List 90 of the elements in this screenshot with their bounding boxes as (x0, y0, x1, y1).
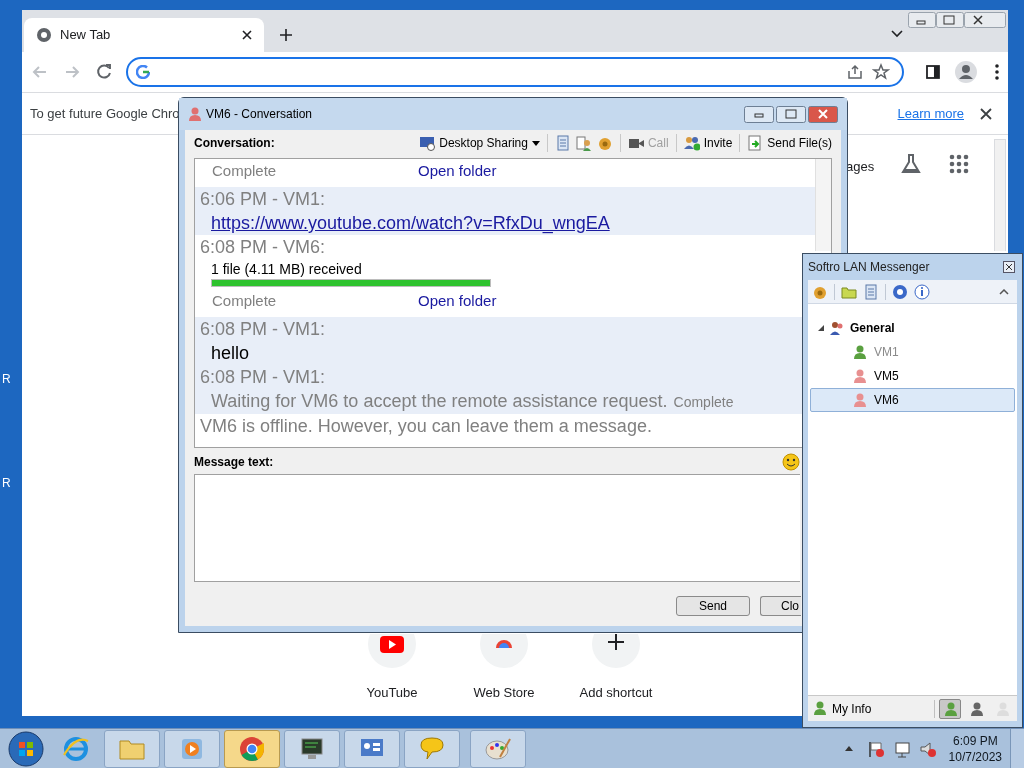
side-panel-icon[interactable] (924, 63, 943, 81)
conversation-label: Conversation: (194, 135, 275, 152)
shortcut-label[interactable]: Web Store (473, 683, 535, 703)
desktop-sharing-button[interactable]: Desktop Sharing (419, 134, 540, 152)
send-files-button[interactable]: Send File(s) (747, 134, 832, 152)
send-file-icon (747, 135, 764, 151)
desktop-icon-label: R (2, 475, 11, 492)
maximize-icon[interactable] (776, 105, 806, 123)
new-tab-icon[interactable] (279, 28, 293, 42)
group-name[interactable]: General (850, 319, 895, 337)
flask-icon[interactable] (900, 153, 922, 175)
person-icon (187, 106, 201, 122)
shortcut-tile[interactable] (480, 634, 528, 668)
message-header: 6:08 PM - VM1: (200, 318, 327, 341)
open-folder-link[interactable]: Open folder (418, 159, 497, 183)
internet-explorer-icon (62, 734, 90, 763)
offline-notice: VM6 is offline. However, you can leave them a message. (200, 415, 653, 438)
scrollbar[interactable] (994, 139, 1006, 251)
images-link[interactable]: ages (846, 157, 875, 177)
tab-title: New Tab (60, 26, 112, 45)
transfer-status: Complete (212, 290, 278, 311)
message-header: 6:08 PM - VM1: (200, 366, 327, 389)
contact-name: VM5 (874, 368, 899, 385)
contact-name: VM1 (874, 344, 899, 361)
smiley-icon[interactable] (782, 453, 800, 471)
clock-date: 10/7/2023 (948, 748, 1002, 765)
start-button[interactable] (8, 730, 44, 767)
minimize-icon[interactable] (744, 105, 774, 123)
desktop-icon-label: R (2, 371, 11, 388)
star-icon[interactable] (872, 63, 891, 81)
close-icon[interactable] (1003, 261, 1015, 273)
person-icon (943, 700, 957, 717)
show-hidden-icons[interactable] (844, 746, 853, 751)
shortcut-label[interactable]: Add shortcut (579, 683, 653, 703)
transfer-status: Complete (212, 160, 278, 181)
transfer-status: Complete (673, 393, 734, 412)
message-link[interactable]: https://www.youtube.com/watch?v=RfxDu_wngEA (211, 211, 810, 235)
taskbar-button[interactable] (344, 729, 400, 768)
open-folder-link[interactable]: Open folder (418, 289, 497, 313)
user-info-icon[interactable] (575, 135, 592, 151)
message-label: Message text: (194, 454, 274, 471)
people-add-icon (683, 135, 700, 151)
monitor-icon (419, 135, 436, 151)
learn-more-link[interactable]: Learn more (897, 103, 964, 124)
apps-grid-icon[interactable] (949, 154, 969, 174)
person-icon (812, 699, 828, 718)
share-icon[interactable] (846, 63, 865, 81)
shortcut-label[interactable]: YouTube (366, 683, 418, 703)
action-center-icon[interactable] (866, 739, 885, 758)
clock-time: 6:09 PM (952, 732, 998, 749)
clock[interactable]: 6:09 PM 10/7/2023 (948, 732, 1002, 765)
taskbar-button[interactable] (284, 729, 340, 768)
browser-tab[interactable]: New Tab (24, 18, 264, 52)
close-icon[interactable] (964, 12, 1006, 28)
send-button[interactable]: Send (676, 596, 750, 616)
contact-name: VM6 (874, 392, 899, 409)
close-button[interactable]: Clo (760, 596, 801, 616)
invite-button[interactable]: Invite (683, 134, 733, 152)
message-text: Waiting for VM6 to accept the remote assistance request. (211, 390, 668, 413)
expand-caret-icon[interactable] (818, 325, 824, 331)
message-header: 6:06 PM - VM1: (200, 188, 327, 211)
volume-muted-icon[interactable] (918, 739, 937, 758)
status-button[interactable] (939, 698, 961, 719)
contact-item[interactable]: VM5 (810, 364, 1015, 388)
network-icon[interactable] (892, 739, 911, 758)
close-icon[interactable] (980, 107, 992, 120)
contact-item[interactable]: VM1 (810, 340, 1015, 364)
person-icon (969, 700, 983, 717)
maximize-icon[interactable] (936, 12, 964, 28)
menu-icon[interactable] (994, 63, 1000, 81)
close-icon[interactable] (242, 30, 252, 40)
chevron-down-icon[interactable] (891, 30, 903, 38)
google-icon (135, 65, 150, 79)
minimize-icon[interactable] (908, 12, 936, 28)
window-title: Softro LAN Messenger (808, 259, 930, 276)
group-icon (829, 320, 845, 336)
scrollbar[interactable] (815, 159, 831, 251)
address-bar[interactable] (125, 57, 905, 87)
message-header: 6:08 PM - VM6: (200, 236, 327, 259)
shortcut-tile[interactable] (592, 634, 640, 668)
collapse-icon[interactable] (999, 288, 1009, 295)
message-input[interactable] (194, 474, 800, 582)
caret-icon (531, 140, 540, 146)
contact-item[interactable]: VM6 (810, 388, 1015, 412)
window-title: VM6 - Conversation (206, 106, 313, 123)
gear-icon[interactable] (596, 135, 613, 151)
file-received-text: 1 file (4.11 MB) received (211, 260, 363, 279)
profile-avatar-icon[interactable] (954, 60, 978, 84)
info-icon[interactable] (914, 283, 930, 300)
message-text: hello (211, 342, 251, 365)
